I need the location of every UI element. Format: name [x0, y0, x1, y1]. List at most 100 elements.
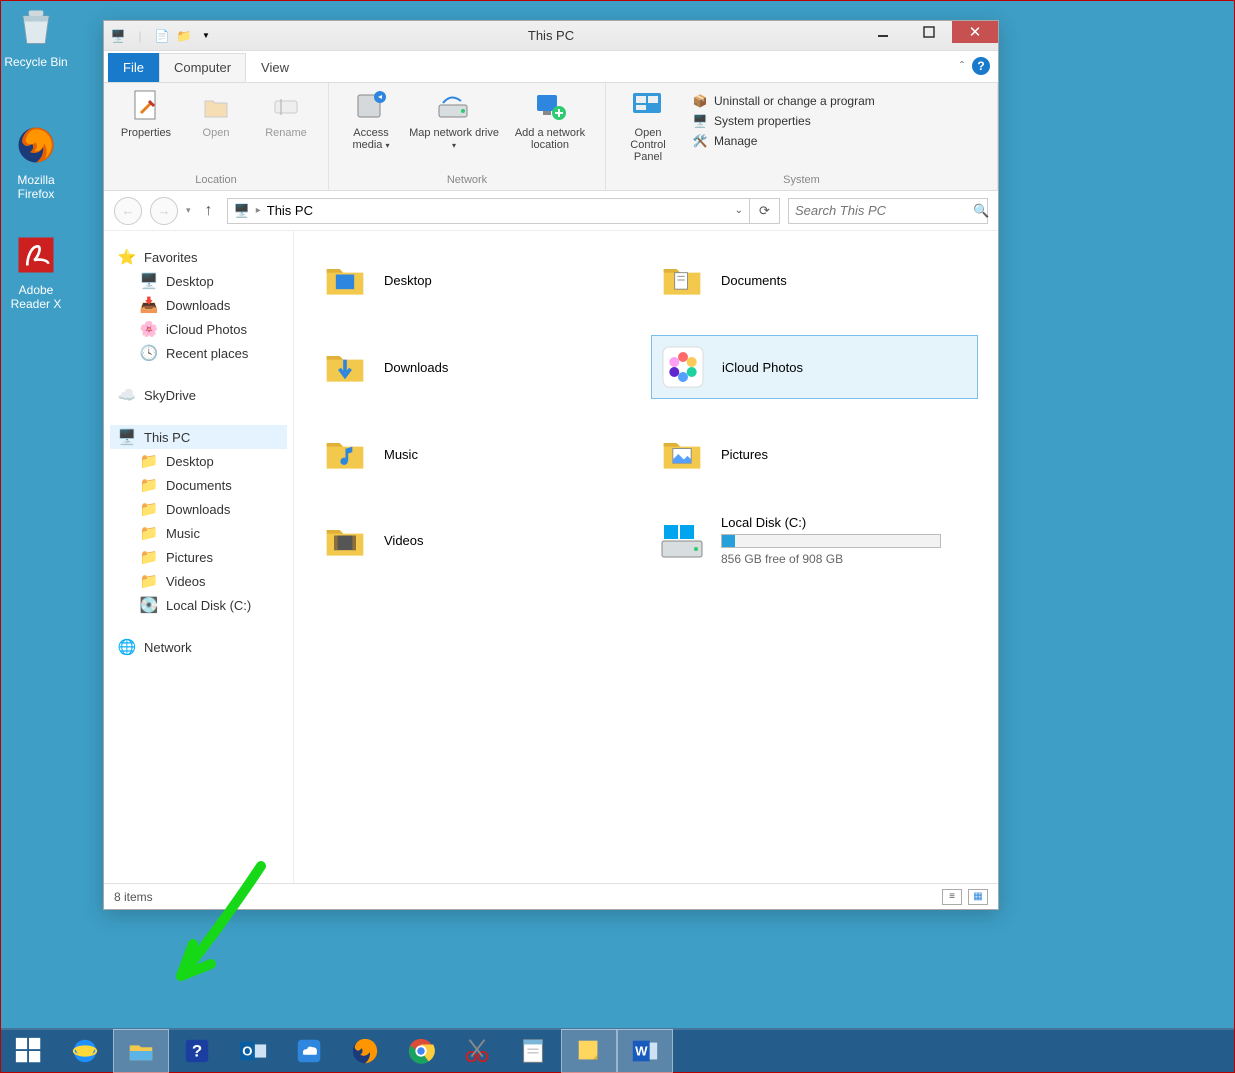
tile-downloads[interactable]: Downloads: [314, 335, 641, 399]
breadcrumb[interactable]: This PC: [267, 203, 313, 218]
ribbon-system-properties[interactable]: 🖥️System properties: [692, 113, 875, 129]
qat-dropdown-icon[interactable]: ▼: [198, 28, 214, 44]
search-box[interactable]: 🔍: [788, 198, 988, 224]
tab-view[interactable]: View: [246, 53, 304, 82]
nav-pc-desktop[interactable]: 📁Desktop: [110, 449, 287, 473]
taskbar-chrome[interactable]: [393, 1029, 449, 1073]
content-pane: Desktop Documents Downloads iCloud Photo…: [294, 231, 998, 883]
desktop-icon-label: Mozilla Firefox: [17, 173, 54, 201]
nav-fav-icloud[interactable]: 🌸iCloud Photos: [110, 317, 287, 341]
folder-desktop-icon: [320, 255, 370, 305]
ribbon-access-media[interactable]: Access media ▾: [339, 89, 403, 151]
adobe-reader-icon: [12, 231, 60, 279]
desktop-icon-recycle-bin[interactable]: Recycle Bin: [1, 3, 71, 69]
folder-documents-icon: [657, 255, 707, 305]
close-button[interactable]: ✕: [952, 21, 998, 43]
ribbon-open-control-panel[interactable]: Open Control Panel: [616, 89, 680, 163]
ribbon-group-label: Location: [114, 172, 318, 188]
tile-pictures[interactable]: Pictures: [651, 423, 978, 485]
nav-pc-videos[interactable]: 📁Videos: [110, 569, 287, 593]
address-dropdown-icon[interactable]: ⌄: [735, 205, 743, 216]
navigation-row: ← → ▾ ↑ 🖥️ ▸ This PC ⌄ ⟳ 🔍: [104, 191, 998, 231]
taskbar-help[interactable]: ?: [169, 1029, 225, 1073]
start-button[interactable]: [1, 1029, 57, 1073]
svg-text:?: ?: [192, 1042, 202, 1061]
view-details-button[interactable]: ≡: [942, 889, 962, 905]
nav-favorites[interactable]: ⭐Favorites: [110, 245, 287, 269]
ribbon-collapse-icon[interactable]: ˆ: [960, 59, 964, 73]
item-count: 8 items: [114, 890, 153, 904]
window-title: This PC: [528, 28, 574, 43]
taskbar-outlook[interactable]: O: [225, 1029, 281, 1073]
nav-this-pc[interactable]: 🖥️This PC: [110, 425, 287, 449]
ribbon-map-network-drive[interactable]: Map network drive ▾: [409, 89, 499, 151]
search-input[interactable]: [795, 203, 973, 218]
taskbar-firefox[interactable]: [337, 1029, 393, 1073]
ribbon-manage[interactable]: 🛠️Manage: [692, 133, 875, 149]
forward-button[interactable]: →: [150, 197, 178, 225]
minimize-button[interactable]: [860, 21, 906, 43]
nav-pc-downloads[interactable]: 📁Downloads: [110, 497, 287, 521]
recycle-bin-icon: [12, 3, 60, 51]
qat-properties-icon[interactable]: 📄: [154, 28, 170, 44]
tab-computer[interactable]: Computer: [159, 53, 246, 82]
titlebar: 🖥️ | 📄 📁 ▼ This PC ✕: [104, 21, 998, 51]
maximize-button[interactable]: [906, 21, 952, 43]
qat-newfolder-icon[interactable]: 📁: [176, 28, 192, 44]
nav-pc-localdisk[interactable]: 💽Local Disk (C:): [110, 593, 287, 617]
tile-desktop[interactable]: Desktop: [314, 249, 641, 311]
ribbon-group-label: Network: [339, 172, 595, 188]
nav-fav-desktop[interactable]: 🖥️Desktop: [110, 269, 287, 293]
nav-fav-recent[interactable]: 🕓Recent places: [110, 341, 287, 365]
help-icon[interactable]: ?: [972, 57, 990, 75]
back-button[interactable]: ←: [114, 197, 142, 225]
nav-network[interactable]: 🌐Network: [110, 635, 287, 659]
ribbon-properties[interactable]: Properties: [114, 89, 178, 139]
desktop-icon-label: Adobe Reader X: [11, 283, 62, 311]
tile-videos[interactable]: Videos: [314, 509, 641, 572]
nav-pc-documents[interactable]: 📁Documents: [110, 473, 287, 497]
taskbar-word[interactable]: W: [617, 1029, 673, 1073]
nav-fav-downloads[interactable]: 📥Downloads: [110, 293, 287, 317]
nav-skydrive[interactable]: ☁️SkyDrive: [110, 383, 287, 407]
folder-icon: 📁: [140, 548, 158, 566]
ribbon-group-label: System: [616, 172, 987, 188]
desktop-icon-firefox[interactable]: Mozilla Firefox: [1, 121, 71, 201]
map-drive-icon: [437, 89, 471, 123]
ribbon-add-network-location[interactable]: Add a network location: [505, 89, 595, 151]
ribbon-uninstall-program[interactable]: 📦Uninstall or change a program: [692, 93, 875, 109]
drive-name: Local Disk (C:): [721, 515, 941, 530]
desktop-icon-adobe-reader[interactable]: Adobe Reader X: [1, 231, 71, 311]
folder-music-icon: [320, 429, 370, 479]
tile-music[interactable]: Music: [314, 423, 641, 485]
svg-text:W: W: [635, 1044, 648, 1059]
up-button[interactable]: ↑: [199, 202, 219, 220]
system-menu-icon[interactable]: 🖥️: [110, 28, 126, 44]
nav-pc-pictures[interactable]: 📁Pictures: [110, 545, 287, 569]
taskbar-notepad[interactable]: [505, 1029, 561, 1073]
taskbar-sticky-notes[interactable]: [561, 1029, 617, 1073]
taskbar-skydrive[interactable]: [281, 1029, 337, 1073]
network-icon: 🌐: [118, 638, 136, 656]
control-panel-icon: [631, 89, 665, 123]
chevron-right-icon[interactable]: ▸: [256, 205, 261, 216]
firefox-icon: [12, 121, 60, 169]
taskbar-file-explorer[interactable]: [113, 1029, 169, 1073]
navigation-pane: ⭐Favorites 🖥️Desktop 📥Downloads 🌸iCloud …: [104, 231, 294, 883]
taskbar-snipping-tool[interactable]: [449, 1029, 505, 1073]
tile-documents[interactable]: Documents: [651, 249, 978, 311]
folder-pictures-icon: [657, 429, 707, 479]
tile-icloud-photos[interactable]: iCloud Photos: [651, 335, 978, 399]
taskbar-ie[interactable]: [57, 1029, 113, 1073]
tab-file[interactable]: File: [108, 53, 159, 82]
folder-icon: 📁: [140, 524, 158, 542]
refresh-button[interactable]: ⟳: [750, 198, 780, 224]
view-large-icons-button[interactable]: ▦: [968, 889, 988, 905]
search-icon[interactable]: 🔍: [973, 203, 989, 219]
this-pc-icon: 🖥️: [118, 428, 136, 446]
recent-locations-dropdown[interactable]: ▾: [186, 205, 191, 216]
tile-local-disk[interactable]: Local Disk (C:) 856 GB free of 908 GB: [651, 509, 978, 572]
nav-pc-music[interactable]: 📁Music: [110, 521, 287, 545]
open-icon: [199, 89, 233, 123]
address-bar[interactable]: 🖥️ ▸ This PC ⌄: [227, 198, 750, 224]
